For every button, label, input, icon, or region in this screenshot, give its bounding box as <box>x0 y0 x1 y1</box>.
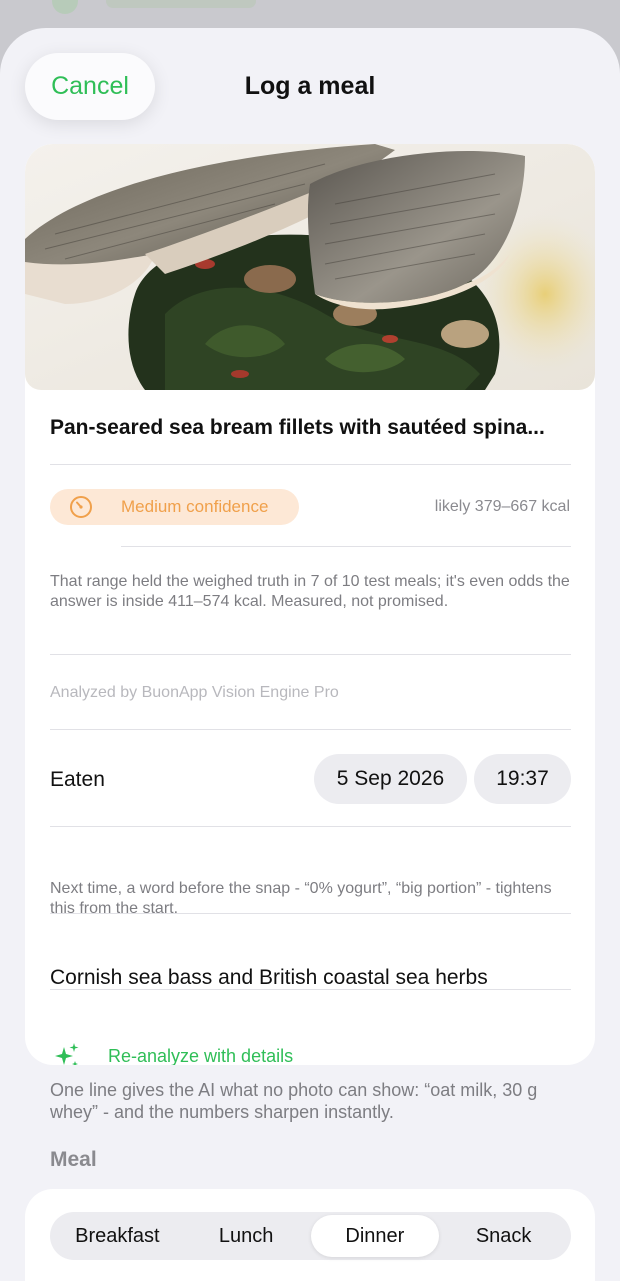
confidence-label: Medium confidence <box>121 497 269 516</box>
meal-type-segmented-control: Breakfast Lunch Dinner Snack <box>50 1212 571 1260</box>
meal-type-card: Breakfast Lunch Dinner Snack <box>25 1189 595 1281</box>
details-footnote: One line gives the AI what no photo can … <box>50 1080 538 1122</box>
log-meal-sheet: Cancel Log a meal Pan-seared sea bream f… <box>0 28 620 1281</box>
reanalyze-button[interactable]: Re-analyze with details <box>50 1030 350 1065</box>
page-title: Log a meal <box>244 72 376 100</box>
divider <box>121 546 571 547</box>
sparkles-icon <box>55 1043 79 1065</box>
gauge-icon <box>70 496 92 518</box>
eaten-label: Eaten <box>50 768 105 791</box>
meal-type-breakfast[interactable]: Breakfast <box>53 1215 182 1257</box>
kcal-range: likely 379–667 kcal <box>434 498 570 515</box>
meal-photo <box>25 144 595 390</box>
divider <box>50 654 571 655</box>
engine-credit: Analyzed by BuonApp Vision Engine Pro <box>50 684 339 701</box>
divider <box>50 989 571 990</box>
meal-type-snack[interactable]: Snack <box>439 1215 568 1257</box>
meal-details-input[interactable] <box>50 958 571 998</box>
background-text <box>106 0 256 8</box>
confidence-badge: Medium confidence <box>50 489 299 525</box>
divider <box>50 913 571 914</box>
eaten-time-picker[interactable]: 19:37 <box>474 754 571 804</box>
meal-name: Pan-seared sea bream fillets with sautée… <box>50 416 545 439</box>
divider <box>50 826 571 827</box>
divider <box>50 464 571 465</box>
meal-analysis-card: Pan-seared sea bream fillets with sautée… <box>25 144 595 1065</box>
reanalyze-label: Re-analyze with details <box>108 1045 294 1066</box>
divider <box>50 729 571 730</box>
range-explanation: That range held the weighed truth in 7 o… <box>50 573 570 610</box>
meal-type-dinner[interactable]: Dinner <box>310 1215 440 1257</box>
meal-type-lunch[interactable]: Lunch <box>182 1215 311 1257</box>
background-check-icon <box>52 0 78 14</box>
meal-type-heading: Meal <box>50 1148 97 1171</box>
eaten-date-picker[interactable]: 5 Sep 2026 <box>314 754 467 804</box>
